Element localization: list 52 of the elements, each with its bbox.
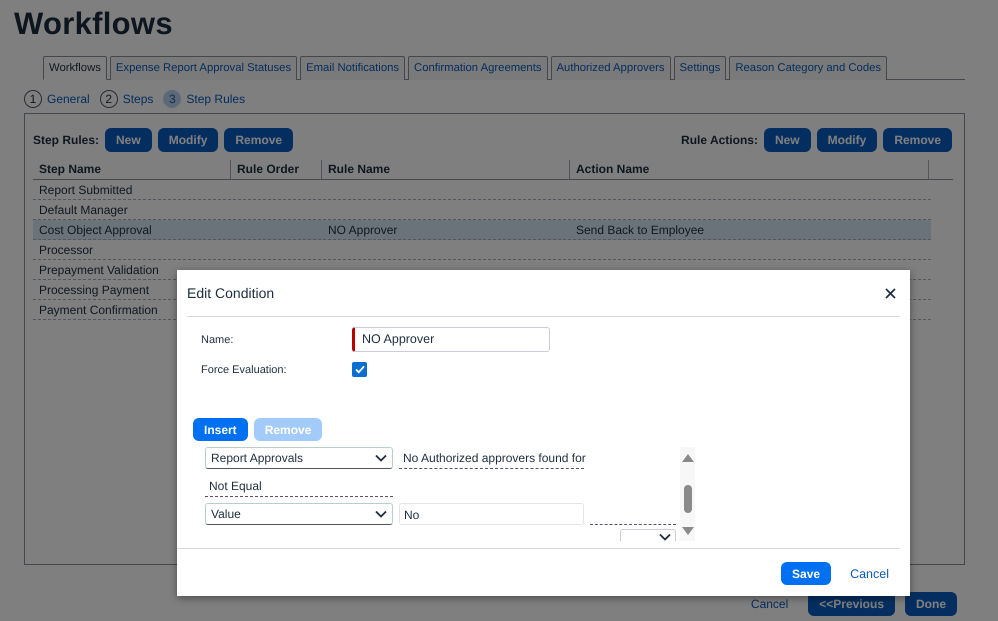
table-cell-text: NO Approver [327, 222, 398, 236]
cancel-link[interactable]: Cancel [750, 597, 788, 611]
save-button[interactable]: Save [781, 562, 832, 585]
insert-button[interactable]: Insert [193, 418, 248, 441]
table-cell-text: Prepayment Validation [38, 262, 159, 276]
toolbar-label: Rule Actions: [681, 133, 758, 147]
page-title: Workflows [14, 6, 174, 42]
step-link[interactable]: Step Rules [186, 92, 246, 106]
step-link[interactable]: General [47, 92, 90, 106]
field-label: Name: [201, 334, 234, 346]
text-field[interactable]: Not Equal [205, 475, 393, 497]
column-header[interactable]: Step Name [33, 160, 231, 179]
tab[interactable]: Authorized Approvers [550, 56, 671, 80]
column-header[interactable]: Action Name [570, 160, 929, 179]
cancel-link[interactable]: Cancel [850, 566, 889, 580]
step-number: 2 [100, 90, 118, 108]
table-cell-text: Payment Confirmation [38, 302, 158, 316]
tab[interactable]: Expense Report Approval Statuses [110, 56, 298, 80]
table-row[interactable]: Cost Object Approval NO Approver Send Back to Employee [33, 220, 931, 240]
tab[interactable]: Workflows [43, 56, 107, 80]
tab[interactable]: Confirmation Agreements [408, 56, 548, 80]
text-field[interactable]: No Authorized approvers found for [399, 447, 584, 469]
name-field[interactable]: NO Approver [352, 327, 550, 352]
toolbar-label: Step Rules: [33, 133, 100, 147]
dialog-title: Edit Condition [187, 285, 274, 301]
table-cell-text: Default Manager [38, 202, 128, 216]
table-cell-text: Processing Payment [38, 282, 150, 296]
dropdown[interactable]: Report Approvals [205, 447, 393, 469]
column-header[interactable]: Rule Order [231, 160, 322, 179]
table-row[interactable]: Report Submitted [33, 180, 931, 200]
dropdown[interactable]: Value [205, 503, 393, 525]
toolbar-button[interactable]: New [105, 128, 152, 152]
toolbar-button[interactable]: New [764, 128, 811, 152]
done-button[interactable]: Done [905, 592, 957, 616]
step-number: 1 [24, 90, 42, 108]
table-cell-text: Send Back to Employee [575, 222, 704, 236]
toolbar-button[interactable]: Modify [816, 128, 878, 152]
table-cell-text: Processor [38, 242, 94, 256]
toolbar-button[interactable]: Remove [224, 128, 294, 152]
tab[interactable]: Reason Category and Codes [729, 56, 888, 80]
toolbar-button[interactable]: Remove [883, 128, 952, 152]
tab[interactable]: Settings [674, 56, 726, 80]
table-cell-text: Cost Object Approval [38, 222, 152, 236]
input-field[interactable]: No [399, 503, 584, 525]
step-number: 3 [163, 90, 182, 108]
column-header[interactable]: Rule Name [322, 160, 570, 179]
toolbar-button[interactable]: Modify [158, 128, 218, 152]
step-link[interactable]: Steps [122, 92, 154, 106]
table-cell-text: Report Submitted [38, 182, 132, 196]
tab[interactable]: Email Notifications [300, 56, 406, 80]
field-label: Force Evaluation: [201, 364, 288, 376]
table-row[interactable]: Processor [33, 240, 931, 260]
